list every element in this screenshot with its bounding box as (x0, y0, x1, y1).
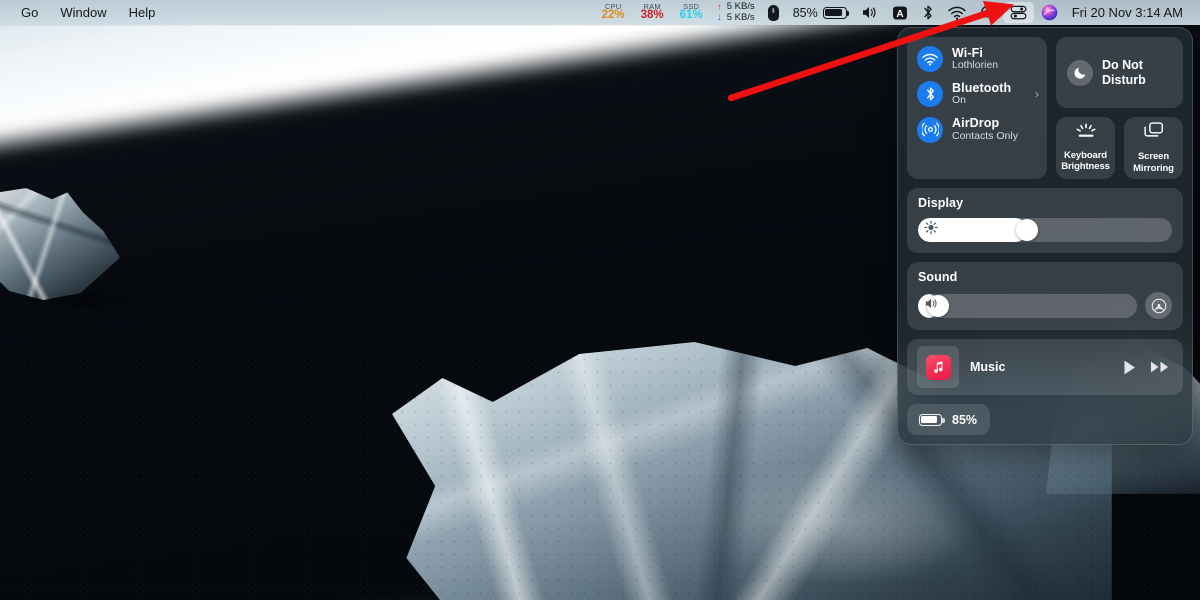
display-brightness-slider[interactable] (918, 218, 1172, 242)
wifi-row[interactable]: Wi-Fi Lothlorien (917, 46, 1037, 72)
fast-forward-icon[interactable] (1150, 360, 1170, 374)
status-ram[interactable]: RAM 38% (633, 3, 672, 22)
music-app-name: Music (970, 360, 1111, 374)
volume-icon (861, 5, 878, 20)
chevron-right-icon[interactable]: › (1035, 87, 1039, 101)
status-mouse-battery[interactable] (761, 0, 786, 25)
bluetooth-icon (917, 81, 943, 107)
sound-title: Sound (918, 270, 1172, 284)
control-center-menu-button[interactable] (1003, 2, 1034, 23)
menu-bar-clock[interactable]: Fri 20 Nov 3:14 AM (1065, 0, 1190, 25)
do-not-disturb-module[interactable]: Do Not Disturb (1056, 37, 1183, 108)
battery-percent-label: 85% (793, 6, 823, 20)
screen-mirroring-line-1: Screen (1138, 151, 1169, 162)
search-icon (980, 5, 996, 21)
status-ssd-value: 61% (680, 10, 703, 22)
menu-item-go[interactable]: Go (10, 0, 49, 25)
wifi-text: Wi-Fi Lothlorien (952, 46, 998, 72)
album-artwork-placeholder (917, 346, 959, 388)
mouse-icon (768, 5, 779, 21)
status-siri[interactable] (1034, 0, 1065, 25)
airplay-audio-icon (1151, 298, 1167, 314)
menu-bar-status-items: CPU 22% RAM 38% SSD 61% ↑ ↓ 5 KB/s 5 KB/… (594, 0, 1200, 25)
screen-mirroring-label: Screen Mirroring (1133, 151, 1174, 173)
wifi-icon (917, 46, 943, 72)
do-not-disturb-label: Do Not Disturb (1102, 58, 1146, 87)
airdrop-icon (917, 117, 943, 143)
screen-mirroring-tile[interactable]: Screen Mirroring (1124, 117, 1183, 179)
dnd-line-1: Do Not (1102, 58, 1143, 72)
moon-icon (1067, 60, 1093, 86)
sound-output-button[interactable] (1145, 292, 1172, 319)
status-network[interactable]: ↑ ↓ 5 KB/s 5 KB/s (711, 2, 761, 23)
airdrop-text: AirDrop Contacts Only (952, 116, 1018, 142)
status-spotlight-search[interactable] (973, 0, 1003, 25)
clock-label: Fri 20 Nov 3:14 AM (1072, 5, 1183, 20)
wifi-title: Wi-Fi (952, 46, 998, 60)
status-cpu-value: 22% (602, 10, 625, 22)
wifi-network-name: Lothlorien (952, 60, 998, 72)
play-icon[interactable] (1122, 359, 1137, 376)
menu-bar: Go Window Help CPU 22% RAM 38% SSD 61% ↑… (0, 0, 1200, 25)
control-center-right-column: Do Not Disturb Keyboard Brightness (1056, 37, 1183, 179)
control-center-icon (1010, 5, 1027, 20)
dnd-line-2: Disturb (1102, 73, 1146, 87)
control-center-panel: Wi-Fi Lothlorien Bluetooth On › (897, 27, 1193, 445)
status-bluetooth[interactable] (915, 0, 941, 25)
bluetooth-row[interactable]: Bluetooth On › (917, 81, 1037, 107)
bluetooth-title: Bluetooth (952, 81, 1011, 95)
music-note-icon (926, 355, 951, 380)
battery-icon (823, 7, 847, 19)
keyboard-brightness-line-2: Brightness (1061, 161, 1110, 172)
connectivity-module: Wi-Fi Lothlorien Bluetooth On › (907, 37, 1047, 179)
status-cpu[interactable]: CPU 22% (594, 3, 633, 22)
status-ram-value: 38% (641, 10, 664, 22)
battery-icon (919, 414, 942, 426)
keyboard-brightness-tile[interactable]: Keyboard Brightness (1056, 117, 1115, 179)
siri-icon (1041, 4, 1058, 21)
battery-level-label: 85% (952, 413, 977, 427)
control-center-top-row: Wi-Fi Lothlorien Bluetooth On › (907, 37, 1183, 179)
status-wifi[interactable] (941, 0, 973, 25)
input-source-icon: A (892, 5, 908, 21)
display-slider-wrap (918, 218, 1172, 242)
screen-mirroring-line-2: Mirroring (1133, 163, 1174, 174)
music-module: Music (907, 339, 1183, 395)
sound-module: Sound (907, 262, 1183, 330)
bluetooth-text: Bluetooth On (952, 81, 1011, 107)
bluetooth-status: On (952, 95, 1011, 107)
display-title: Display (918, 196, 1172, 210)
bluetooth-icon (922, 4, 934, 21)
svg-text:A: A (896, 8, 903, 19)
speaker-icon (924, 297, 939, 315)
download-arrow-icon: ↓ (717, 13, 722, 23)
screen-mirroring-icon (1142, 121, 1165, 146)
network-download-value: 5 KB/s (727, 13, 755, 23)
keyboard-brightness-label: Keyboard Brightness (1061, 150, 1110, 172)
wifi-icon (948, 6, 966, 20)
sound-slider-wrap (918, 292, 1172, 319)
sound-volume-slider[interactable] (918, 294, 1137, 318)
network-upload-value: 5 KB/s (727, 2, 755, 12)
airdrop-status: Contacts Only (952, 131, 1018, 143)
music-controls (1122, 359, 1172, 376)
display-module: Display (907, 188, 1183, 253)
status-volume[interactable] (854, 0, 885, 25)
brightness-icon (924, 221, 938, 240)
airdrop-row[interactable]: AirDrop Contacts Only (917, 116, 1037, 142)
keyboard-brightness-icon (1074, 123, 1098, 145)
menu-bar-app-menus: Go Window Help (0, 0, 166, 25)
keyboard-brightness-line-1: Keyboard (1064, 150, 1107, 161)
status-input-source[interactable]: A (885, 0, 915, 25)
status-ssd[interactable]: SSD 61% (672, 3, 711, 22)
control-center-tiles: Keyboard Brightness Screen Mirroring (1056, 117, 1183, 179)
network-values: 5 KB/s 5 KB/s (727, 2, 755, 23)
menu-item-window[interactable]: Window (49, 0, 117, 25)
battery-module[interactable]: 85% (907, 404, 990, 435)
network-arrows-icon: ↑ ↓ (717, 3, 722, 22)
airdrop-title: AirDrop (952, 116, 1018, 130)
status-battery[interactable]: 85% (786, 0, 854, 25)
menu-item-help[interactable]: Help (118, 0, 167, 25)
